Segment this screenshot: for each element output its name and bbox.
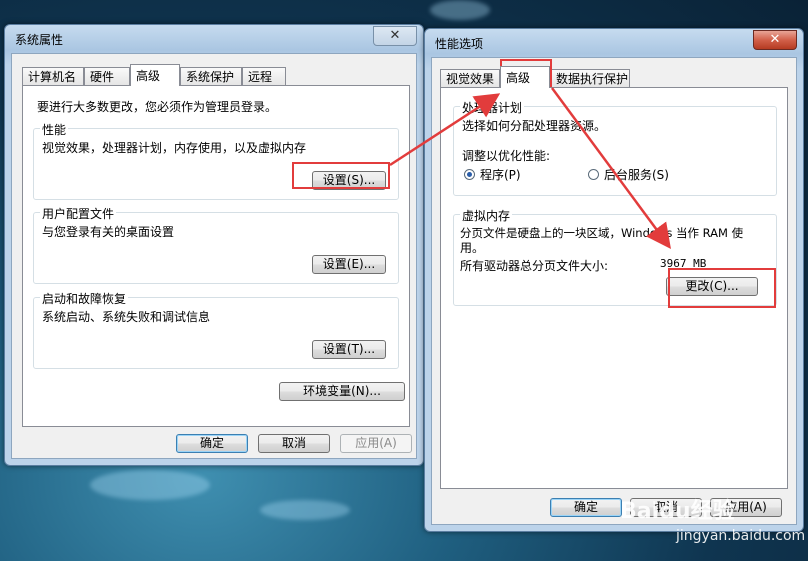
dialog-client: 计算机名 硬件 高级 系统保护 远程 要进行大多数更改，您必须作为管理员登录。 … <box>11 53 417 459</box>
processor-scheduling-label: 处理器计划 <box>460 99 525 116</box>
tab-strip: 计算机名 硬件 高级 系统保护 远程 <box>12 64 416 86</box>
processor-scheduling-group: 处理器计划 选择如何分配处理器资源。 调整以优化性能: 程序(P) 后台服务(S… <box>453 99 777 196</box>
startup-recovery-label: 启动和故障恢复 <box>40 290 129 307</box>
apply-button[interactable]: 应用(A) <box>340 434 412 453</box>
virtual-memory-desc-line2: 用。 <box>460 241 485 255</box>
admin-note: 要进行大多数更改，您必须作为管理员登录。 <box>37 100 278 114</box>
baidu-watermark-logo: Baidu经验 <box>620 499 735 524</box>
background-streak <box>260 500 350 520</box>
advanced-tab-panel: 要进行大多数更改，您必须作为管理员登录。 性能 视觉效果，处理器计划，内存使用，… <box>22 85 410 427</box>
virtual-memory-label: 虚拟内存 <box>460 207 513 224</box>
startup-settings-button[interactable]: 设置(T)... <box>312 340 386 359</box>
tab-strip: 视觉效果 高级 数据执行保护 <box>432 66 796 88</box>
tab-advanced[interactable]: 高级 <box>500 66 550 88</box>
ok-button[interactable]: 确定 <box>176 434 248 453</box>
performance-label: 性能 <box>40 121 69 138</box>
tab-data-execution-prevention[interactable]: 数据执行保护 <box>550 69 630 87</box>
tab-advanced[interactable]: 高级 <box>130 64 180 86</box>
background-services-label: 后台服务(S) <box>604 168 669 182</box>
baidu-watermark-url: jingyan.baidu.com <box>676 528 806 544</box>
startup-recovery-desc: 系统启动、系统失败和调试信息 <box>42 310 211 324</box>
environment-variables-button[interactable]: 环境变量(N)... <box>279 382 405 401</box>
tab-hardware[interactable]: 硬件 <box>84 67 130 85</box>
close-button[interactable]: ✕ <box>373 26 417 46</box>
tab-computer-name[interactable]: 计算机名 <box>22 67 84 85</box>
user-profiles-group: 用户配置文件 与您登录有关的桌面设置 设置(E)... <box>33 205 399 284</box>
user-profiles-label: 用户配置文件 <box>40 205 117 222</box>
user-profiles-desc: 与您登录有关的桌面设置 <box>42 225 175 239</box>
highlight-change-button <box>668 268 776 308</box>
programs-radio[interactable] <box>464 169 475 180</box>
adjust-label: 调整以优化性能: <box>462 149 551 163</box>
tab-remote[interactable]: 远程 <box>242 67 286 85</box>
tab-system-protection[interactable]: 系统保护 <box>180 67 242 85</box>
tab-visual-effects[interactable]: 视觉效果 <box>440 69 500 87</box>
window-title: 性能选项 <box>435 37 484 51</box>
background-streak <box>90 470 210 500</box>
ok-button[interactable]: 确定 <box>550 498 622 517</box>
user-profiles-settings-button[interactable]: 设置(E)... <box>312 255 386 274</box>
startup-recovery-group: 启动和故障恢复 系统启动、系统失败和调试信息 设置(T)... <box>33 290 399 369</box>
window-title: 系统属性 <box>15 33 64 47</box>
background-streak <box>430 0 490 20</box>
system-properties-window: 系统属性 ✕ 计算机名 硬件 高级 系统保护 远程 要进行大多数更改，您必须作为… <box>4 24 424 466</box>
cancel-button[interactable]: 取消 <box>258 434 330 453</box>
close-button[interactable]: ✕ <box>753 30 797 50</box>
performance-desc: 视觉效果，处理器计划，内存使用，以及虚拟内存 <box>42 141 307 155</box>
virtual-memory-desc-line1: 分页文件是硬盘上的一块区域，Windows 当作 RAM 使 <box>460 226 744 240</box>
processor-scheduling-desc: 选择如何分配处理器资源。 <box>462 119 607 133</box>
background-services-radio[interactable] <box>588 169 599 180</box>
total-paging-label: 所有驱动器总分页文件大小: <box>460 259 609 273</box>
highlight-performance-settings <box>292 162 390 189</box>
programs-label: 程序(P) <box>480 168 521 182</box>
